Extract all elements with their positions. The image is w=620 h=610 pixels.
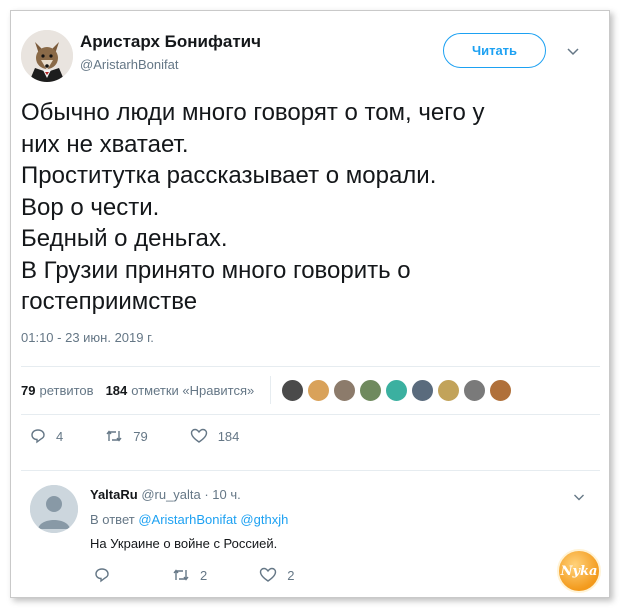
tweet-line: В Грузии принято много говорить о: [21, 256, 411, 284]
reply-author[interactable]: YaltaRu @ru_yalta · 10 ч.: [90, 487, 241, 502]
retweets-label[interactable]: ретвитов: [39, 383, 93, 398]
tweet-line: Проститутка рассказывает о морали.: [21, 162, 437, 189]
reply-icon: [95, 568, 109, 583]
reply-count: 4: [56, 428, 64, 444]
retweet-action[interactable]: 79: [105, 428, 148, 444]
chevron-down-icon[interactable]: [573, 491, 585, 503]
retweet-icon: [173, 569, 189, 581]
liker-avatar[interactable]: [307, 378, 331, 402]
watermark-logo: Nyka: [557, 549, 601, 593]
chevron-down-icon[interactable]: [566, 44, 580, 58]
reply-action[interactable]: [94, 567, 120, 583]
liker-avatar[interactable]: [281, 378, 305, 402]
liker-avatar[interactable]: [333, 378, 357, 402]
like-count: 2: [287, 567, 295, 583]
author-name[interactable]: Аристарх Бонифатич: [80, 32, 261, 52]
stats-separator: [270, 376, 272, 404]
reply-avatar[interactable]: [30, 485, 78, 533]
heart-icon: [190, 428, 207, 443]
author-handle[interactable]: @AristarhBonifat: [80, 57, 178, 72]
like-action[interactable]: 184: [190, 428, 240, 444]
likes-count[interactable]: 184: [106, 383, 128, 398]
replying-to: В ответ @AristarhBonifat @gthxjh: [90, 512, 288, 527]
heart-icon: [260, 567, 277, 582]
tweet-actions: 4 79 184: [30, 428, 281, 444]
liker-avatar[interactable]: [411, 378, 435, 402]
tweet-line: Обычно люди много говорят о том, чего у: [21, 99, 485, 126]
liker-avatar[interactable]: [489, 378, 513, 402]
reply-actions: 2 2: [94, 567, 346, 583]
mention-link[interactable]: @gthxjh: [240, 512, 288, 527]
replying-prefix: В ответ: [90, 512, 135, 527]
liker-avatar[interactable]: [463, 378, 487, 402]
reply-action[interactable]: 4: [30, 428, 63, 444]
mention-link[interactable]: @AristarhBonifat: [138, 512, 236, 527]
retweet-count: 79: [133, 428, 148, 444]
author-avatar[interactable]: [21, 30, 73, 82]
retweet-count: 2: [200, 567, 208, 583]
retweets-count[interactable]: 79: [21, 383, 35, 398]
retweet-icon: [106, 430, 122, 442]
liker-avatar[interactable]: [359, 378, 383, 402]
liker-avatar[interactable]: [385, 378, 409, 402]
reply-handle-time: @ru_yalta · 10 ч.: [141, 487, 241, 502]
likes-label[interactable]: отметки «Нравится»: [131, 383, 254, 398]
reply-icon: [31, 429, 45, 444]
follow-button[interactable]: Читать: [443, 33, 546, 68]
tweet-line: гостеприимстве: [21, 288, 198, 315]
liker-avatar[interactable]: [437, 378, 461, 402]
tweet-stats: 79 ретвитов 184 отметки «Нравится»: [21, 366, 513, 414]
tweet-text: Обычно люди много говорят о том, чего у …: [21, 97, 581, 318]
liker-avatars: [281, 378, 513, 402]
tweet-line: Вор о чести.: [21, 193, 160, 221]
divider: [21, 414, 600, 415]
like-count: 184: [217, 428, 240, 444]
watermark-text: Nyka: [560, 563, 598, 579]
reply-author-name[interactable]: YaltaRu: [90, 487, 138, 502]
divider: [21, 470, 600, 471]
tweet-timestamp[interactable]: 01:10 - 23 июн. 2019 г.: [21, 330, 154, 345]
reply-text: На Украине о войне с Россией.: [90, 536, 278, 551]
tweet-line: Бедный о деньгах.: [21, 225, 228, 252]
like-action[interactable]: 2: [259, 567, 294, 583]
tweet-line: них не хватает.: [21, 130, 189, 158]
retweet-action[interactable]: 2: [172, 567, 207, 583]
